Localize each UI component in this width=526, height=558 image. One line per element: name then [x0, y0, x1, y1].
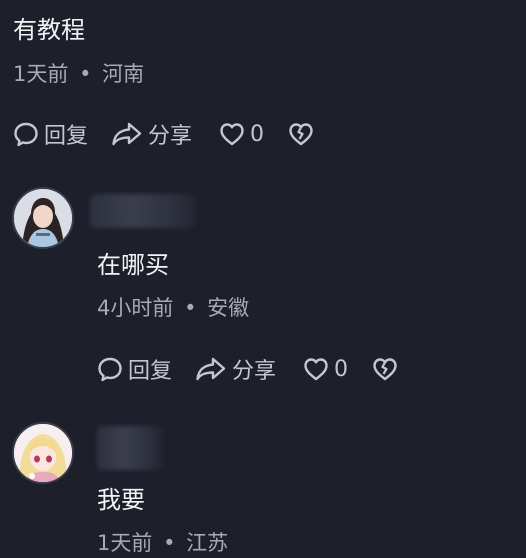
meta-separator: •: [79, 62, 92, 86]
comment-time: 1天前: [97, 531, 153, 555]
dislike-button[interactable]: [370, 355, 400, 383]
meta-separator: •: [184, 296, 197, 320]
like-button[interactable]: 0: [302, 355, 348, 383]
username-blurred[interactable]: [97, 426, 163, 470]
speech-bubble-icon: [12, 120, 40, 148]
reply-label: 回复: [128, 359, 173, 384]
broken-heart-icon: [286, 120, 316, 148]
speech-bubble-icon: [96, 355, 124, 383]
comment-text: 在哪买: [97, 251, 169, 279]
comment-text: 有教程: [13, 16, 85, 44]
heart-icon: [302, 355, 330, 383]
share-arrow-icon: [194, 355, 228, 383]
broken-heart-icon: [370, 355, 400, 383]
comment-actions: 回复 分享 0: [96, 353, 400, 385]
comment-meta: 1天前 • 河南: [13, 58, 144, 88]
heart-icon: [218, 120, 246, 148]
reply-label: 回复: [44, 124, 89, 149]
avatar[interactable]: [12, 422, 74, 484]
comment-text: 我要: [97, 486, 145, 514]
share-label: 分享: [232, 359, 277, 384]
like-count: 0: [334, 356, 349, 382]
like-button[interactable]: 0: [218, 120, 264, 148]
comment-meta: 1天前 • 江苏: [97, 527, 228, 557]
reply-button[interactable]: 回复: [12, 118, 88, 150]
dislike-button[interactable]: [286, 120, 316, 148]
meta-separator: •: [163, 531, 176, 555]
comment-meta: 4小时前 • 安徽: [97, 292, 249, 322]
comment-time: 4小时前: [97, 296, 174, 320]
share-label: 分享: [148, 124, 193, 149]
comment-actions: 回复 分享 0: [12, 118, 316, 150]
share-button[interactable]: 分享: [194, 353, 276, 385]
comment-location: 安徽: [207, 296, 250, 320]
like-count: 0: [250, 121, 265, 147]
comment-time: 1天前: [13, 62, 69, 86]
comment-location: 河南: [102, 62, 145, 86]
share-button[interactable]: 分享: [110, 118, 192, 150]
avatar[interactable]: [12, 187, 74, 249]
username-blurred[interactable]: [90, 194, 196, 228]
share-arrow-icon: [110, 120, 144, 148]
comment-location: 江苏: [186, 531, 229, 555]
reply-button[interactable]: 回复: [96, 353, 172, 385]
